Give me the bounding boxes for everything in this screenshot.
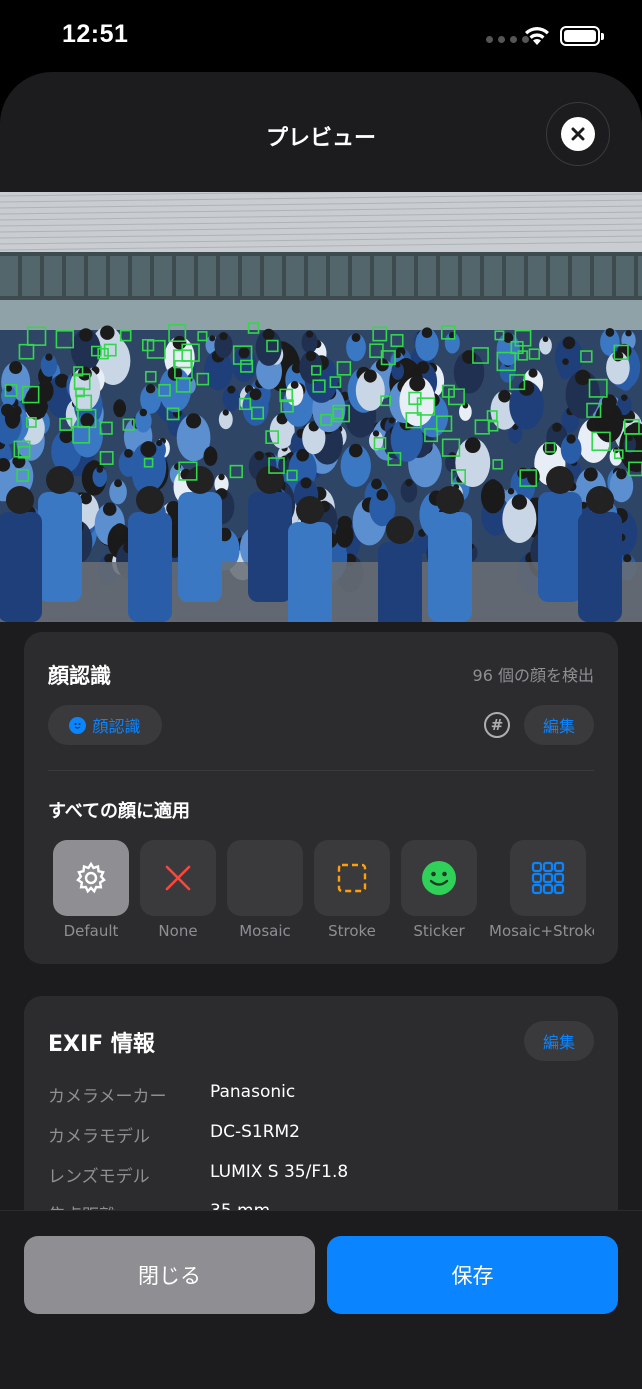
grid-icon [531, 861, 565, 895]
divider [48, 770, 594, 771]
option-sticker[interactable]: Sticker [401, 840, 477, 940]
apply-all-title: すべての顔に適用 [48, 801, 191, 822]
gear-icon [76, 861, 106, 894]
option-none[interactable]: None [140, 840, 216, 940]
option-label: Stroke [328, 922, 376, 940]
option-stroke[interactable]: Stroke [314, 840, 390, 940]
option-default[interactable]: Default [53, 840, 129, 940]
status-time: 12:51 [62, 20, 129, 48]
exif-edit-button[interactable]: 編集 [524, 1021, 594, 1061]
exif-key: レンズモデル [48, 1167, 150, 1187]
exif-title: EXIF 情報 [48, 1032, 155, 1057]
wifi-icon [525, 27, 549, 45]
close-button[interactable] [546, 102, 610, 166]
status-bar: 12:51 [0, 0, 642, 72]
action-bar: 閉じる 保存 [0, 1210, 642, 1389]
face-icon [69, 716, 87, 734]
smiley-icon [422, 861, 456, 895]
face-detection-card: 顔認識 96 個の顔を検出 顔認識 # 編集 すべての顔に適用 Default [24, 632, 618, 964]
exif-row: カメラメーカー Panasonic [48, 1082, 295, 1107]
close-icon [561, 117, 595, 151]
save-button[interactable]: 保存 [327, 1236, 618, 1314]
exif-value: DC-S1RM2 [210, 1122, 300, 1142]
preview-sheet: プレビュー 顔認識 96 個の顔を検出 顔認識 # 編集 すべての顔に適用 De… [0, 72, 642, 1389]
exif-key: カメラメーカー [48, 1087, 167, 1107]
option-label: Default [63, 922, 119, 940]
dashed-square-icon [337, 863, 367, 893]
face-section-title: 顔認識 [48, 664, 111, 688]
face-count: 96 個の顔を検出 [472, 666, 594, 685]
photo-preview[interactable] [0, 192, 642, 622]
option-label: None [158, 922, 198, 940]
exif-value: Panasonic [210, 1082, 296, 1102]
face-detection-button-label: 顔認識 [92, 717, 141, 736]
exif-value: LUMIX S 35/F1.8 [210, 1162, 349, 1182]
option-mosaic-stroke[interactable]: Mosaic+Stroke [489, 840, 594, 940]
option-label: Mosaic [239, 922, 291, 940]
exif-key: カメラモデル [48, 1127, 150, 1147]
option-mosaic[interactable]: Mosaic [227, 840, 303, 940]
exif-row: レンズモデル LUMIX S 35/F1.8 [48, 1162, 348, 1187]
face-detection-button[interactable]: 顔認識 [48, 705, 162, 745]
close-sheet-button[interactable]: 閉じる [24, 1236, 315, 1314]
option-label: Mosaic+Stroke [489, 922, 594, 940]
battery-icon [560, 26, 604, 46]
option-label: Sticker [413, 922, 465, 940]
x-icon [165, 865, 191, 891]
number-toggle-button[interactable]: # [484, 712, 510, 738]
exif-row: カメラモデル DC-S1RM2 [48, 1122, 300, 1147]
face-edit-button[interactable]: 編集 [524, 705, 594, 745]
